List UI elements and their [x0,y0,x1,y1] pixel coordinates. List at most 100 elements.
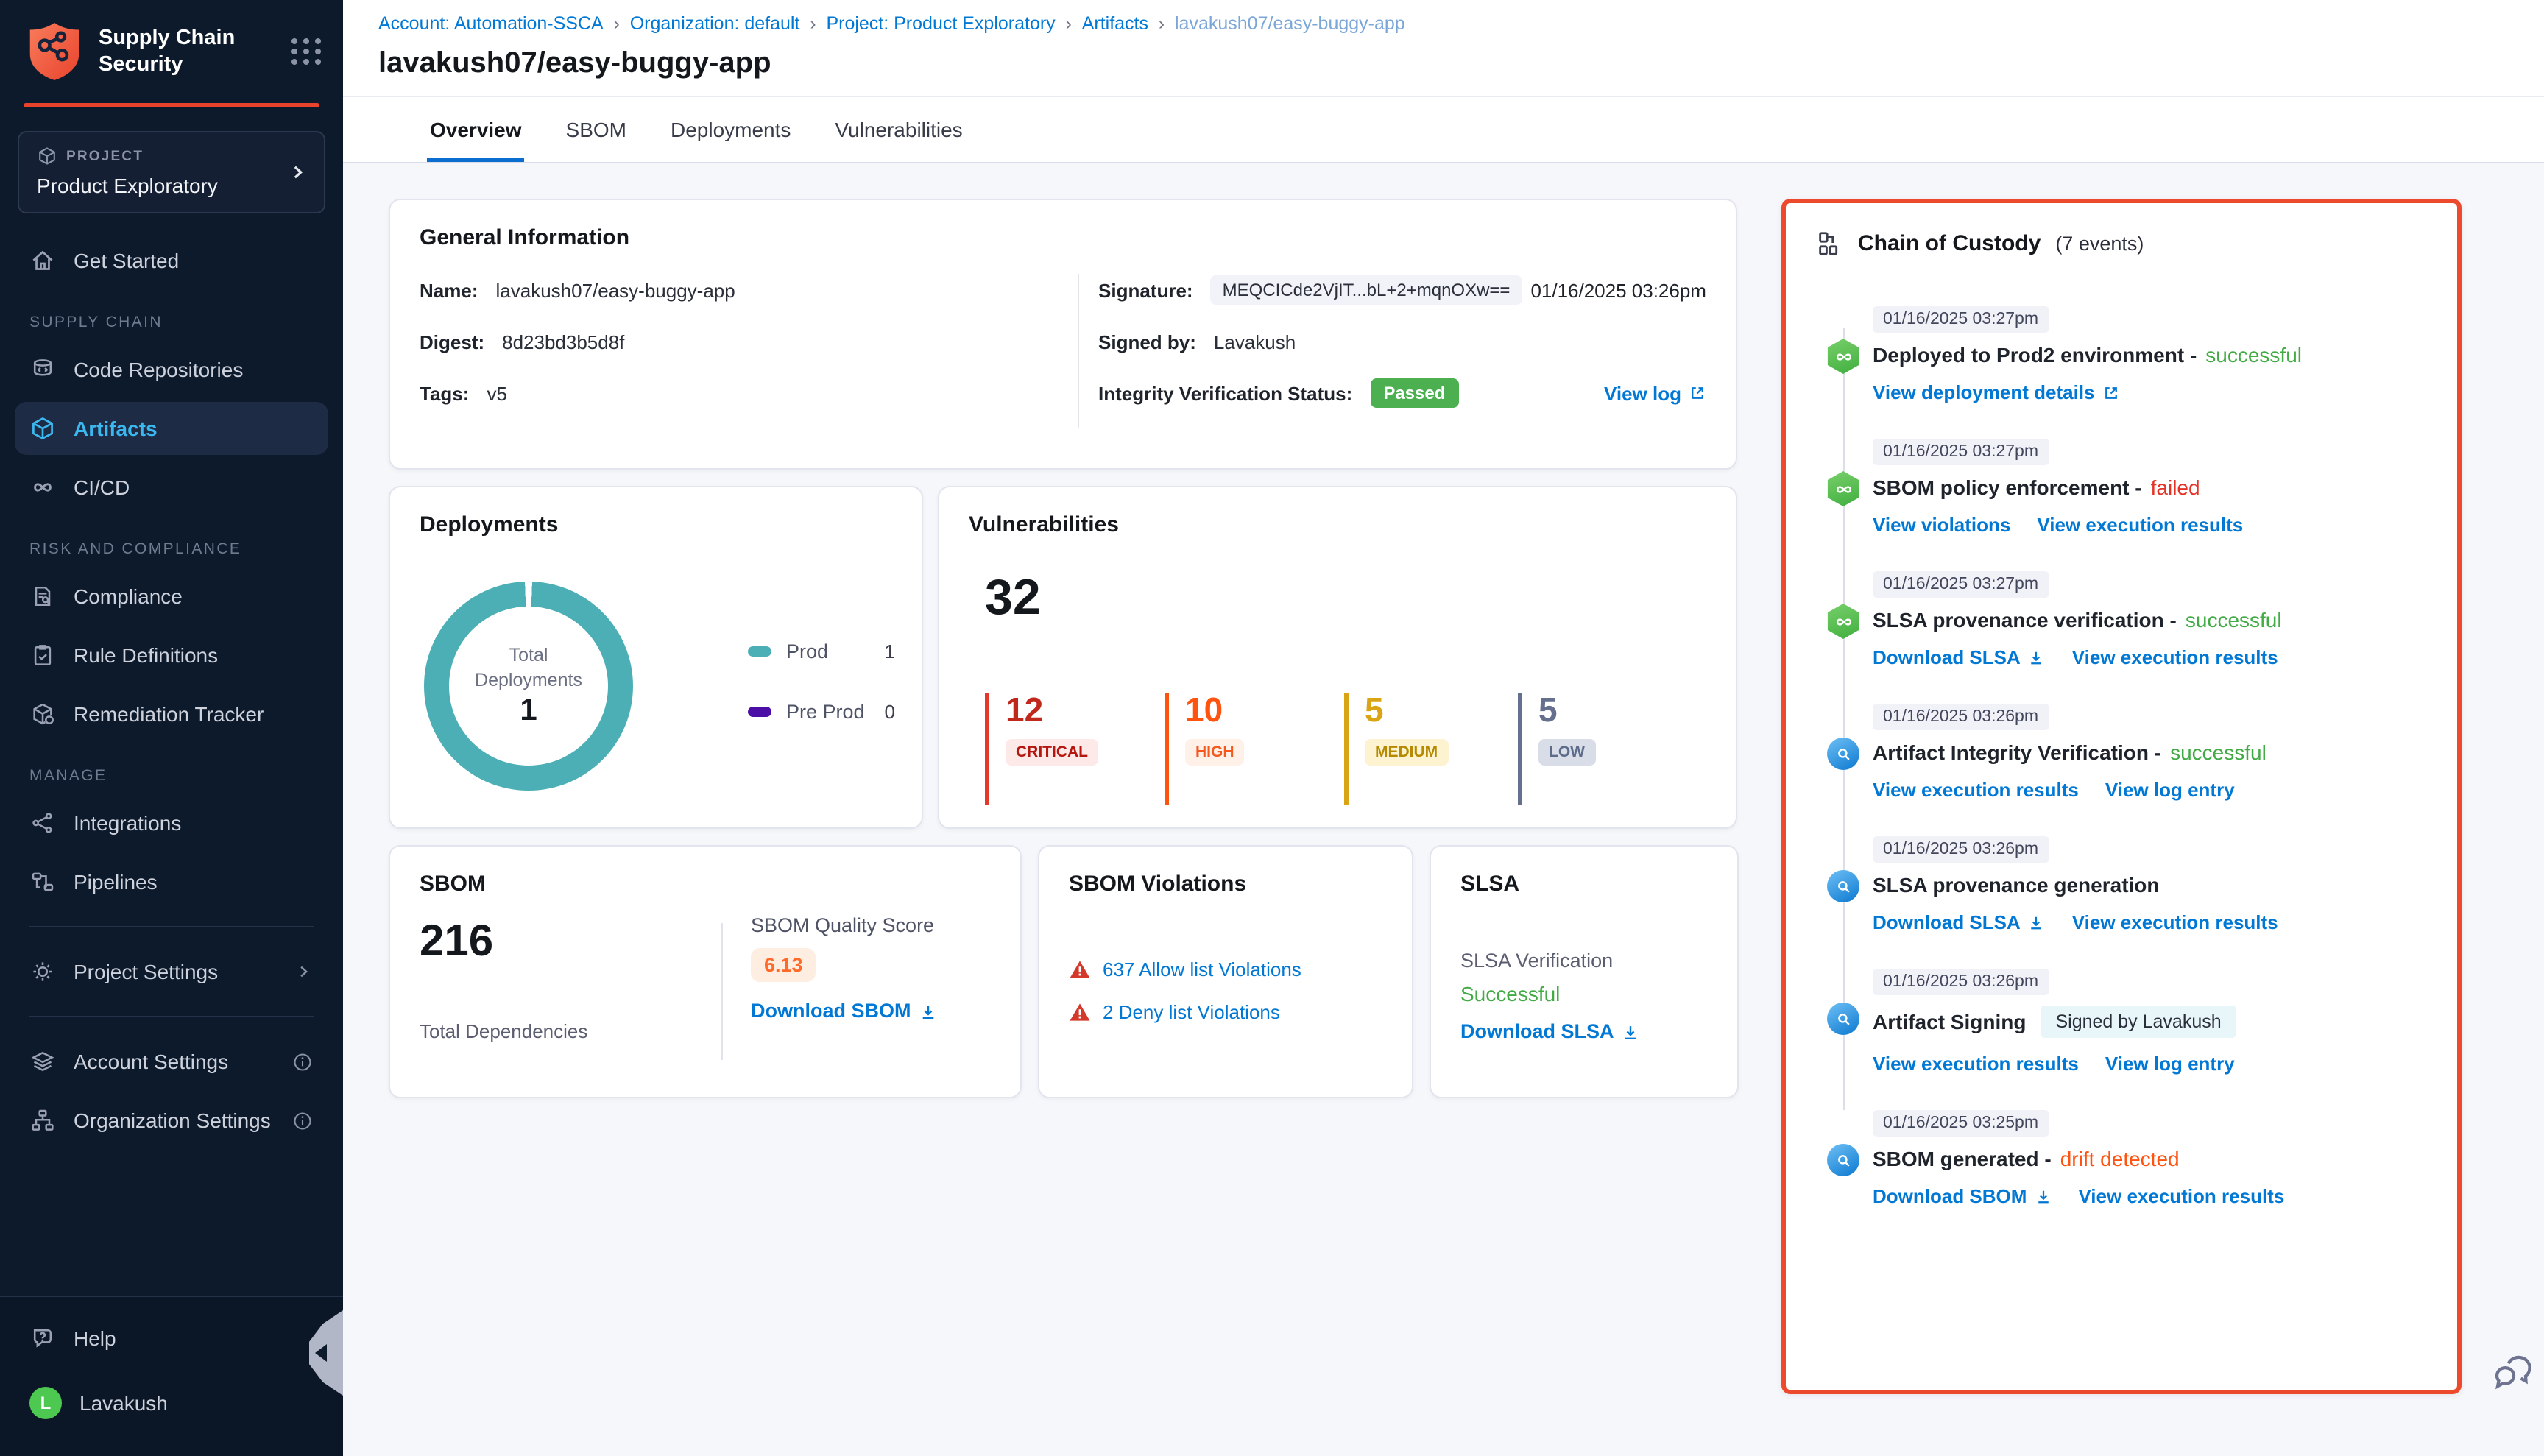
sidebar-item-pipelines[interactable]: Pipelines [15,855,328,908]
topbar: Account: Automation-SSCA › Organization:… [343,0,2544,97]
sidebar-item-compliance[interactable]: Compliance [15,570,328,623]
legend-item-prod: Prod 1 [748,640,895,662]
sbom-quality-score-badge: 6.13 [751,948,816,982]
sidebar-item-cicd[interactable]: CI/CD [15,461,328,514]
download-slsa-link[interactable]: Download SLSA [1873,911,2046,933]
breadcrumb-artifacts[interactable]: Artifacts [1082,13,1148,34]
user-menu[interactable]: L Lavakush [15,1377,328,1430]
artifact-scan-icon [1826,1001,1861,1036]
project-selector[interactable]: PROJECT Product Exploratory [18,131,325,213]
tab-deployments[interactable]: Deployments [668,97,794,162]
sidebar-item-label: Account Settings [74,1050,228,1073]
sidebar-item-account-settings[interactable]: Account Settings [15,1035,328,1088]
deny-list-violations-row: 2 Deny list Violations [1069,1001,1382,1023]
view-execution-results-link[interactable]: View execution results [2078,1185,2284,1207]
prod-swatch [748,646,771,657]
view-violations-link[interactable]: View violations [1873,514,2010,536]
view-deployment-details-link[interactable]: View deployment details [1873,381,2120,403]
event-status: successful [2186,608,2282,632]
sidebar-item-project-settings[interactable]: Project Settings [15,945,328,998]
nav-section-risk-compliance: RISK AND COMPLIANCE [29,540,328,558]
signed-by-row: Signed by: Lavakush [1098,325,1706,358]
download-sbom-link[interactable]: Download SBOM [1873,1185,2052,1207]
card-title: SLSA [1460,872,1708,897]
download-icon [2028,913,2046,931]
view-execution-results-link[interactable]: View execution results [1873,1053,2079,1075]
sbom-card: SBOM 216 Total Dependencies SBOM Quality… [389,845,1022,1098]
view-execution-results-link[interactable]: View execution results [2072,911,2278,933]
view-execution-results-link[interactable]: View execution results [2037,514,2243,536]
tab-sbom[interactable]: SBOM [563,97,629,162]
slsa-verification-label: SLSA Verification [1460,950,1708,972]
pipeline-stage-icon [1826,604,1861,639]
sidebar-item-artifacts[interactable]: Artifacts [15,402,328,455]
deployments-legend: Prod 1 Pre Prod 0 [748,640,895,761]
sidebar: Supply Chain Security PROJECT Product Ex… [0,0,343,1456]
info-icon[interactable] [292,1050,314,1072]
download-slsa-link[interactable]: Download SLSA [1460,1020,1639,1042]
project-name: Product Exploratory [37,174,309,197]
repository-icon [29,356,56,383]
sidebar-item-label: Code Repositories [74,358,243,381]
breadcrumb-project[interactable]: Project: Product Exploratory [826,13,1055,34]
warning-triangle-icon [1069,958,1091,980]
breadcrumb-account[interactable]: Account: Automation-SSCA [378,13,604,34]
event-timestamp: 01/16/2025 03:26pm [1873,704,2049,730]
deny-list-violations-link[interactable]: 2 Deny list Violations [1103,1001,1280,1023]
box-wrench-icon [29,701,56,727]
nav-section-supply-chain: SUPPLY CHAIN [29,314,328,331]
overview-content: General Information Name: lavakush07/eas… [343,163,2544,1456]
vulnerabilities-total: 32 [985,570,1041,627]
vertical-divider [721,923,723,1060]
breadcrumb-separator: › [614,13,620,34]
app-title: Supply Chain Security [99,25,264,79]
breadcrumb-separator: › [810,13,816,34]
breadcrumb-organization[interactable]: Organization: default [630,13,800,34]
signature-timestamp: 01/16/2025 03:26pm [1530,279,1706,301]
event-title: SLSA provenance verification - [1873,608,2177,632]
slsa-verification-status: Successful [1460,982,1708,1006]
view-log-entry-link[interactable]: View log entry [2105,779,2235,801]
tab-overview[interactable]: Overview [427,97,525,162]
allow-list-violations-link[interactable]: 637 Allow list Violations [1103,958,1301,980]
page-title: lavakush07/easy-buggy-app [378,47,2509,81]
sidebar-item-get-started[interactable]: Get Started [15,234,328,287]
breadcrumb: Account: Automation-SSCA › Organization:… [378,13,2509,34]
view-log-link[interactable]: View log [1604,382,1706,404]
view-log-entry-link[interactable]: View log entry [2105,1053,2235,1075]
custody-event: 01/16/2025 03:26pm Artifact Signing Sign… [1873,967,2428,1075]
info-icon[interactable] [292,1109,314,1131]
view-execution-results-link[interactable]: View execution results [2072,646,2278,668]
sidebar-item-label: Integrations [74,811,181,835]
event-status: drift detected [2060,1147,2180,1170]
event-title: SLSA provenance generation [1873,873,2160,897]
cube-icon [37,146,57,166]
view-execution-results-link[interactable]: View execution results [1873,779,2079,801]
sidebar-item-organization-settings[interactable]: Organization Settings [15,1094,328,1147]
support-chat-button[interactable] [2491,1351,2538,1399]
events-count: (7 events) [2055,233,2144,255]
event-title: Deployed to Prod2 environment - [1873,343,2197,367]
download-slsa-link[interactable]: Download SLSA [1873,646,2046,668]
event-title: Artifact Signing [1873,1010,2026,1033]
sidebar-item-rule-definitions[interactable]: Rule Definitions [15,629,328,682]
sidebar-item-help[interactable]: Help [15,1312,328,1365]
app-grid-icon[interactable] [292,38,322,65]
chevron-right-icon [293,961,314,982]
download-sbom-link[interactable]: Download SBOM [751,1000,936,1022]
custody-event: 01/16/2025 03:27pm Deployed to Prod2 env… [1873,305,2428,403]
chain-of-custody-icon [1815,230,1843,258]
event-timestamp: 01/16/2025 03:26pm [1873,836,2049,863]
sidebar-item-remediation-tracker[interactable]: Remediation Tracker [15,688,328,741]
preprod-swatch [748,707,771,717]
sidebar-item-code-repositories[interactable]: Code Repositories [15,343,328,396]
share-nodes-icon [29,810,56,836]
event-status: failed [2151,476,2200,499]
tab-vulnerabilities[interactable]: Vulnerabilities [832,97,965,162]
sidebar-item-integrations[interactable]: Integrations [15,796,328,849]
chevron-left-icon [315,1344,327,1362]
sidebar-item-label: Rule Definitions [74,643,218,667]
sidebar-item-label: Artifacts [74,417,158,440]
digest-row: Digest: 8d23bd3b5d8f [420,325,1078,358]
sbom-violations-card: SBOM Violations 637 Allow list Violation… [1038,845,1413,1098]
